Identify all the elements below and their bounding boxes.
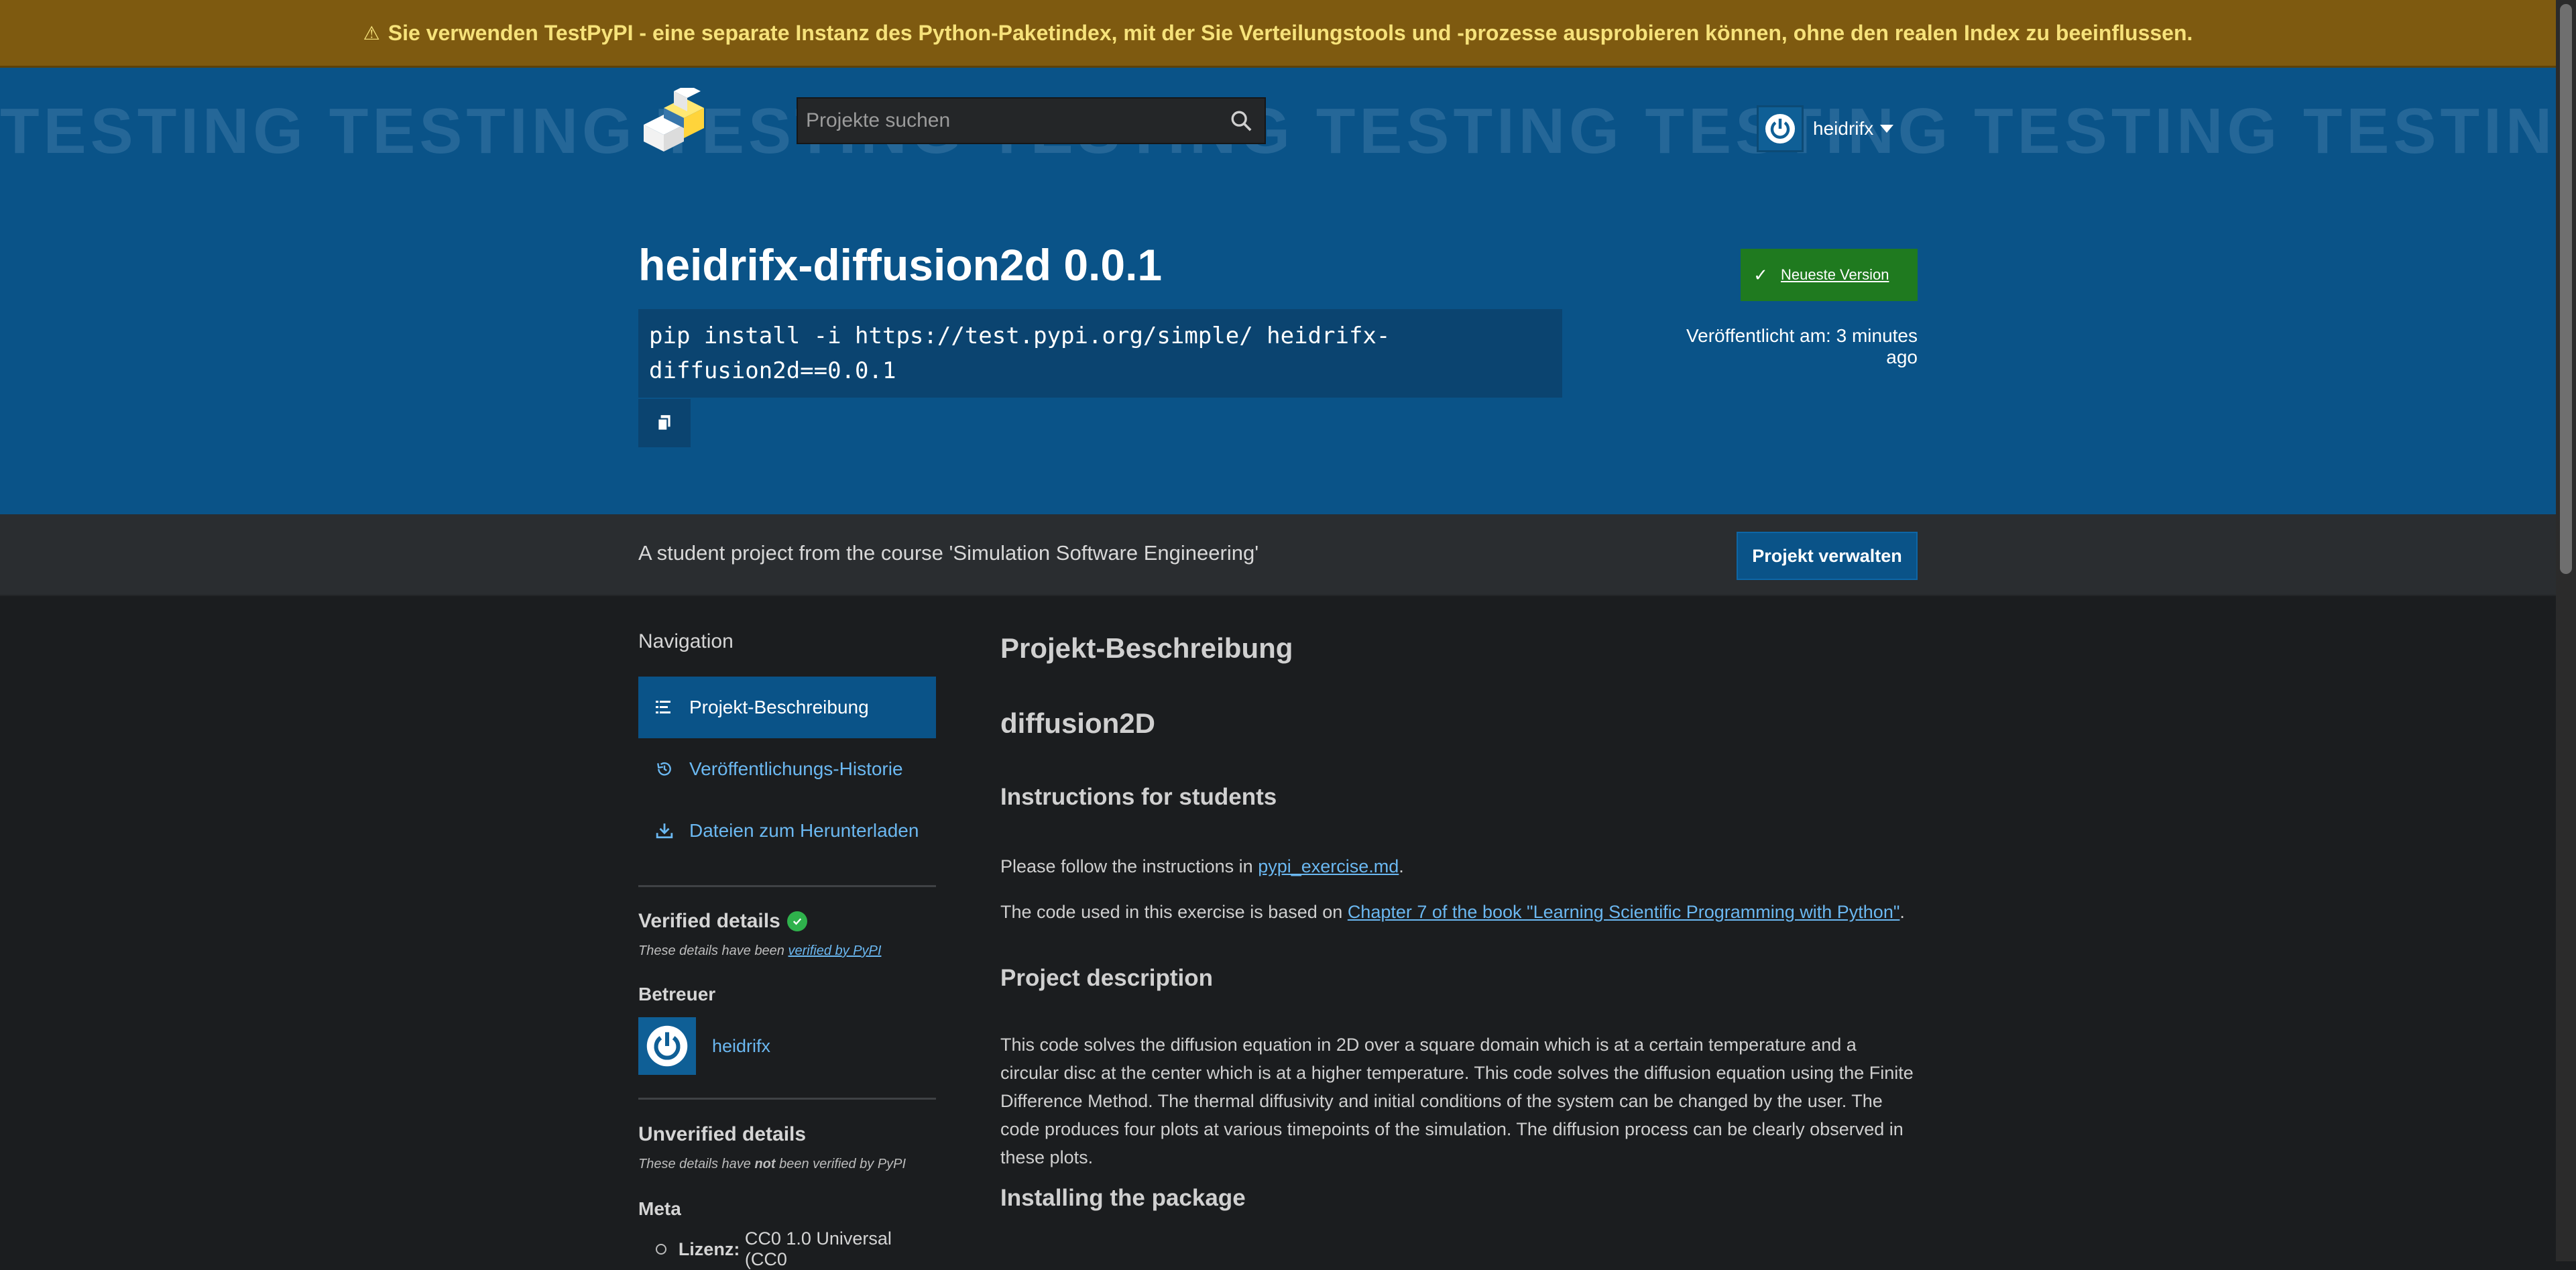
verified-check-icon (786, 911, 807, 931)
search-input[interactable] (798, 98, 1218, 143)
unverified-note-text: These details have (638, 1157, 755, 1171)
instructions-paragraph: Please follow the instructions in pypi_e… (1000, 852, 1918, 880)
download-icon (656, 822, 676, 840)
pip-install-command[interactable]: pip install -i https://test.pypi.org/sim… (638, 309, 1562, 398)
meta-title: Meta (638, 1198, 681, 1219)
warning-text: Sie verwenden TestPyPI - eine separate I… (388, 20, 2193, 45)
unverified-note: These details have not been verified by … (638, 1157, 906, 1172)
sidebar-nav: Projekt-Beschreibung Veröffentlichungs-H… (638, 677, 936, 862)
warning-icon: ⚠ (363, 22, 380, 44)
latest-version-label[interactable]: Neueste Version (1781, 266, 1889, 284)
divider (638, 1098, 936, 1100)
bullet-icon (656, 1244, 666, 1255)
scrollbar[interactable] (2556, 0, 2576, 1261)
project-description-heading: Project description (1000, 965, 1214, 991)
scrollbar-thumb[interactable] (2560, 4, 2572, 574)
copy-icon (657, 415, 670, 431)
testing-watermark: TESTING TESTING TESTING TESTING TESTING … (0, 95, 2556, 167)
verified-details-label: Verified details (638, 910, 780, 932)
user-avatar[interactable] (1757, 105, 1804, 152)
paragraph-text: The code used in this exercise is based … (1000, 902, 1348, 922)
chevron-down-icon[interactable] (1880, 125, 1894, 133)
unverified-note-emphasis: not (754, 1157, 776, 1171)
username[interactable]: heidrifx (1813, 118, 1873, 139)
book-chapter-link[interactable]: Chapter 7 of the book "Learning Scientif… (1348, 902, 1900, 922)
maintainer-avatar[interactable] (638, 1017, 696, 1075)
search-box (797, 97, 1266, 144)
power-icon (1765, 114, 1795, 143)
package-header: heidrifx-diffusion2d 0.0.1 pip install -… (0, 191, 2556, 514)
description-heading: Projekt-Beschreibung (1000, 632, 1293, 664)
sidebar-item-label: Projekt-Beschreibung (689, 697, 869, 717)
history-icon (656, 760, 676, 778)
check-icon: ✓ (1753, 264, 1768, 285)
search-icon (1231, 111, 1252, 131)
instructions-heading: Instructions for students (1000, 784, 1277, 810)
verified-by-pypi-link[interactable]: verified by PyPI (788, 943, 882, 958)
testpypi-warning-banner: ⚠ Sie verwenden TestPyPI - eine separate… (0, 0, 2556, 68)
package-description: A student project from the course 'Simul… (638, 541, 1259, 565)
sidebar-item-downloads[interactable]: Dateien zum Herunterladen (638, 800, 936, 862)
power-icon (646, 1025, 688, 1067)
manage-project-button[interactable]: Projekt verwalten (1737, 532, 1918, 580)
divider (638, 885, 936, 887)
search-button[interactable] (1218, 99, 1265, 143)
align-left-icon (656, 700, 676, 715)
copy-button[interactable] (638, 399, 691, 447)
book-reference-paragraph: The code used in this exercise is based … (1000, 898, 1918, 926)
unverified-details-title: Unverified details (638, 1123, 807, 1145)
paragraph-text: Please follow the instructions in (1000, 856, 1258, 876)
maintainer-name[interactable]: heidrifx (712, 1036, 770, 1057)
sidebar-item-label: Veröffentlichungs-Historie (689, 758, 903, 779)
sidebar-item-label: Dateien zum Herunterladen (689, 820, 919, 841)
maintainer[interactable]: heidrifx (638, 1017, 770, 1075)
installing-heading: Installing the package (1000, 1185, 1246, 1211)
navigation-title: Navigation (638, 630, 734, 652)
verified-details-title: Verified details (638, 910, 807, 933)
sidebar-item-description[interactable]: Projekt-Beschreibung (638, 677, 936, 738)
paragraph-text: . (1399, 856, 1404, 876)
license-item: Lizenz: CC0 1.0 Universal (CC0 (656, 1228, 936, 1270)
verified-note: These details have been verified by PyPI (638, 943, 881, 959)
package-title: heidrifx-diffusion2d 0.0.1 (638, 240, 1163, 290)
pypi-logo-icon[interactable] (637, 88, 717, 155)
latest-version-badge[interactable]: ✓ Neueste Version (1741, 249, 1918, 301)
sidebar-item-history[interactable]: Veröffentlichungs-Historie (638, 738, 936, 800)
readme-title: diffusion2D (1000, 707, 1155, 739)
project-description-paragraph: This code solves the diffusion equation … (1000, 1035, 1914, 1167)
pypi-exercise-link[interactable]: pypi_exercise.md (1258, 856, 1399, 876)
verified-note-text: These details have been (638, 943, 788, 958)
user-menu[interactable]: heidrifx (1757, 105, 1894, 152)
site-header: TESTING TESTING TESTING TESTING TESTING … (0, 68, 2556, 191)
package-summary-bar: A student project from the course 'Simul… (0, 514, 2556, 596)
paragraph-text: . (1899, 902, 1905, 922)
maintainers-title: Betreuer (638, 984, 716, 1004)
unverified-note-text: been verified by PyPI (775, 1157, 906, 1171)
license-label: Lizenz: (678, 1238, 740, 1259)
license-value: CC0 1.0 Universal (CC0 (744, 1228, 892, 1269)
release-date: Veröffentlicht am: 3 minutes ago (1686, 325, 1918, 367)
